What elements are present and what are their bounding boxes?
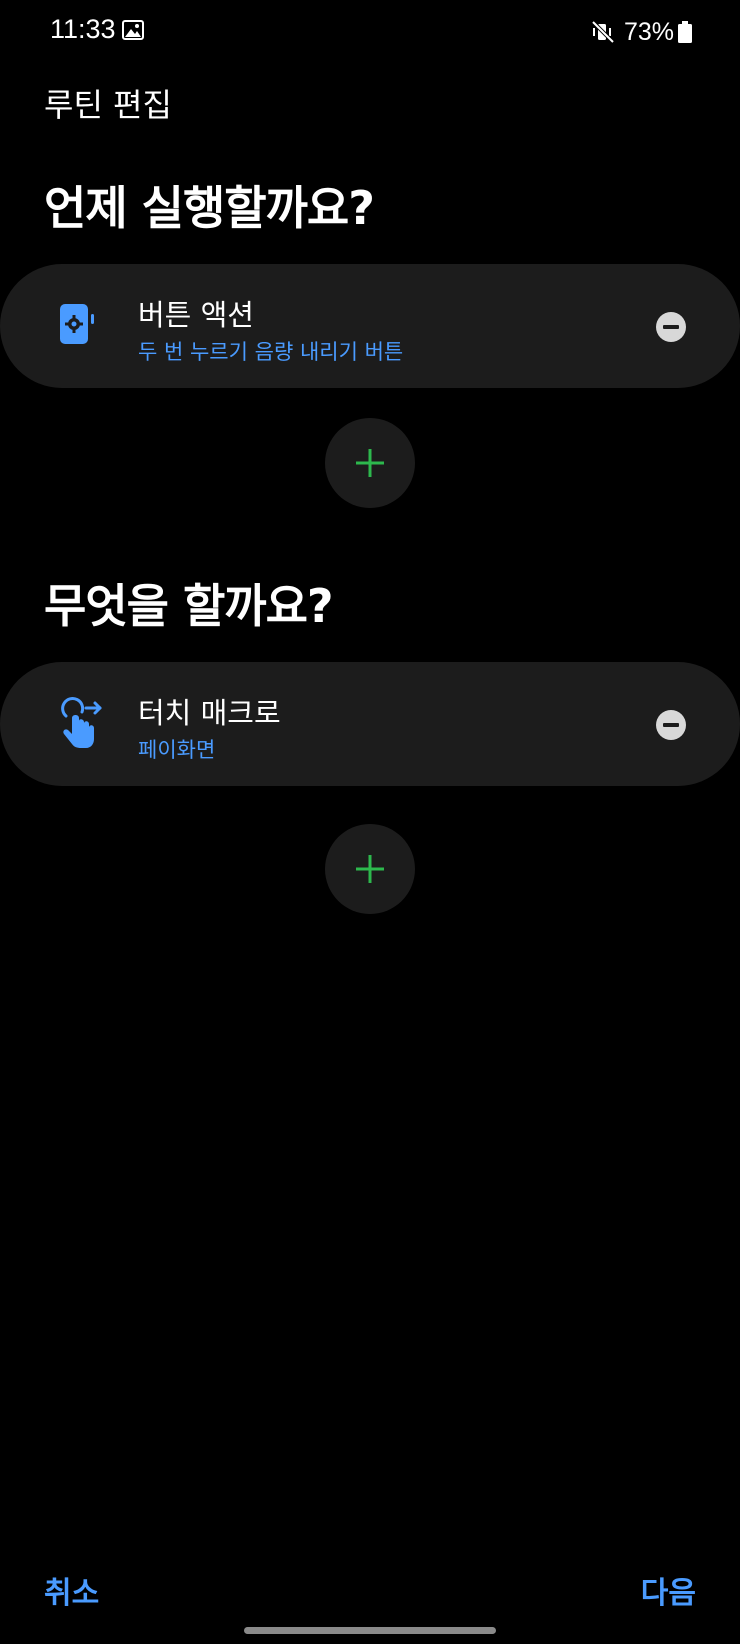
next-button[interactable]: 다음 (641, 1568, 696, 1612)
action-subtitle: 페이화면 (138, 738, 216, 762)
gallery-icon (122, 20, 144, 40)
home-indicator[interactable] (244, 1627, 496, 1634)
cancel-button[interactable]: 취소 (44, 1568, 99, 1612)
mute-vibrate-icon (591, 20, 615, 44)
status-bar: 11:33 73% (0, 0, 740, 64)
page-title: 루틴 편집 (44, 86, 172, 124)
remove-condition-button[interactable] (656, 312, 686, 342)
condition-subtitle: 두 번 누르기 음량 내리기 버튼 (138, 340, 404, 364)
plus-icon (356, 449, 384, 477)
minus-icon (663, 325, 679, 329)
remove-action-button[interactable] (656, 710, 686, 740)
action-title: 터치 매크로 (138, 696, 281, 730)
condition-card-button-action[interactable]: 버튼 액션 두 번 누르기 음량 내리기 버튼 (0, 264, 740, 388)
action-card-touch-macro[interactable]: 터치 매크로 페이화면 (0, 662, 740, 786)
touch-macro-icon (61, 697, 102, 748)
what-section-heading: 무엇을 할까요? (44, 579, 334, 633)
plus-icon (356, 855, 384, 883)
add-condition-button[interactable] (325, 418, 415, 508)
add-action-button[interactable] (325, 824, 415, 914)
condition-title: 버튼 액션 (138, 298, 254, 332)
button-action-icon (60, 304, 94, 344)
battery-percentage: 73% (623, 17, 674, 46)
minus-icon (663, 723, 679, 727)
when-section-heading: 언제 실행할까요? (44, 181, 375, 235)
status-right-group: 73% (590, 14, 692, 50)
status-time: 11:33 (50, 14, 116, 44)
battery-icon (678, 21, 692, 43)
